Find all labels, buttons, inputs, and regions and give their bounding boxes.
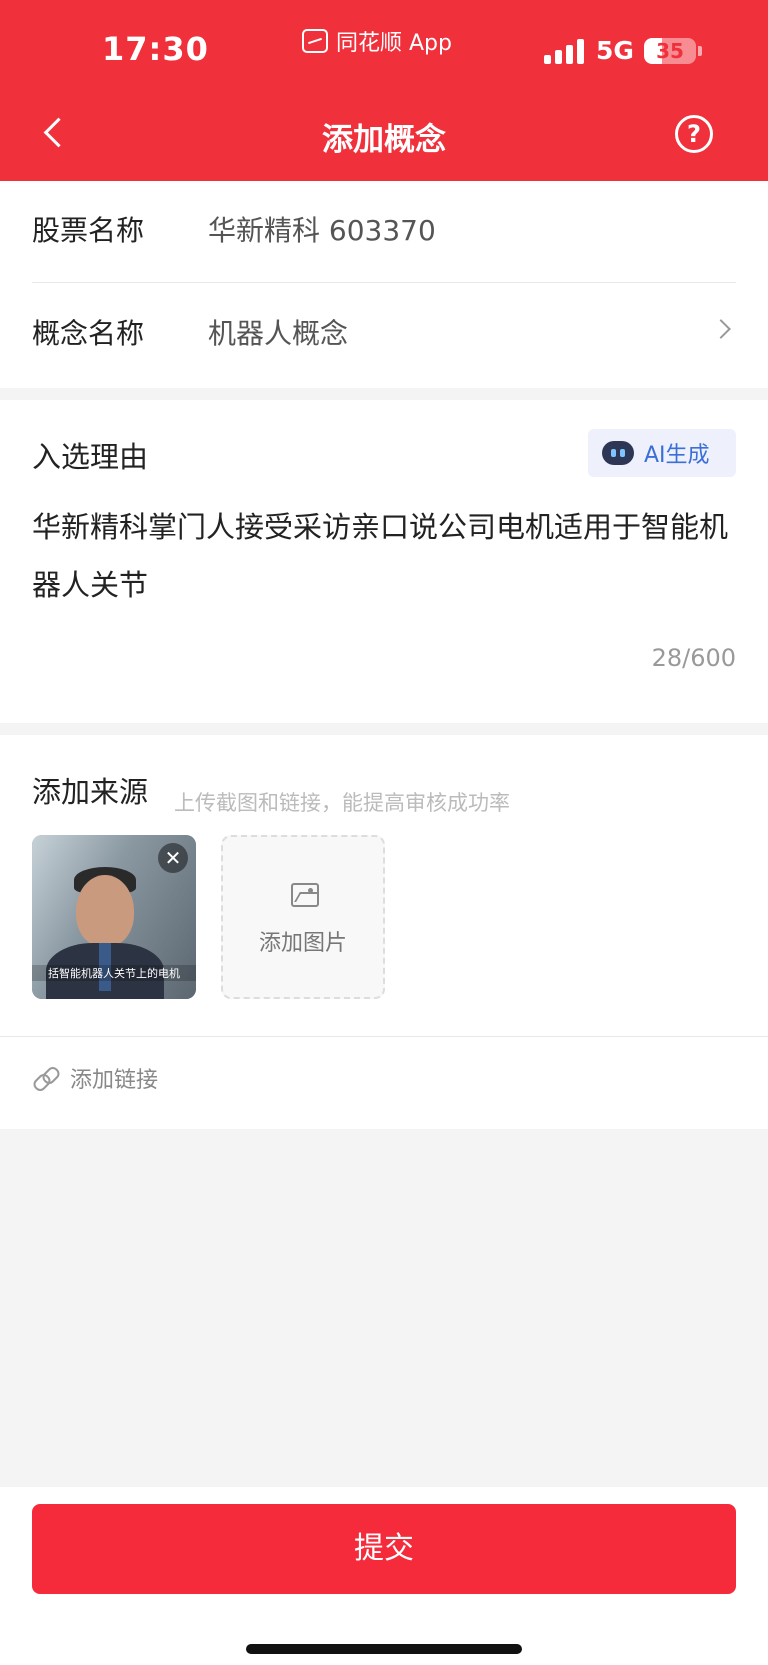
help-button[interactable]: ? <box>675 115 713 153</box>
source-hint: 上传截图和链接，能提高审核成功率 <box>174 791 510 815</box>
image-caption: 括智能机器人关节上的电机 <box>32 965 196 981</box>
image-face <box>76 875 134 947</box>
stock-name-value: 华新精科 603370 <box>208 214 436 247</box>
image-icon <box>291 883 319 907</box>
app-name: 同花顺 App <box>336 31 452 56</box>
source-title: 添加来源 <box>32 775 149 809</box>
close-icon: ✕ <box>164 846 182 870</box>
ai-generate-label: AI生成 <box>644 443 710 468</box>
battery-icon: 35 <box>644 38 696 64</box>
reason-textarea[interactable]: 华新精科掌门人接受采访亲口说公司电机适用于智能机器人关节 <box>32 498 736 614</box>
concept-name-value: 机器人概念 <box>208 317 349 350</box>
question-icon: ? <box>687 120 701 148</box>
remove-image-button[interactable]: ✕ <box>158 843 188 873</box>
battery-level: 35 <box>656 39 684 63</box>
footer-bar: 提交 <box>0 1487 768 1665</box>
concept-name-label: 概念名称 <box>32 317 145 350</box>
status-time: 17:30 <box>102 30 209 68</box>
stock-name-label: 股票名称 <box>32 214 145 247</box>
reason-card: 入选理由 AI生成 华新精科掌门人接受采访亲口说公司电机适用于智能机器人关节 2… <box>0 400 768 723</box>
submit-button[interactable]: 提交 <box>32 1504 736 1594</box>
battery-tip <box>698 46 702 56</box>
uploaded-image[interactable]: 括智能机器人关节上的电机 ✕ <box>32 835 196 999</box>
add-image-label: 添加图片 <box>258 931 347 956</box>
home-indicator[interactable] <box>246 1644 522 1654</box>
signal-icon <box>544 38 586 64</box>
robot-icon <box>602 441 634 465</box>
reason-title: 入选理由 <box>32 440 149 474</box>
divider <box>32 282 736 283</box>
link-icon <box>32 1065 58 1091</box>
source-app-indicator[interactable]: 同花顺 App <box>302 26 452 56</box>
status-bar: 17:30 同花顺 App 5G 35 <box>0 0 768 100</box>
divider <box>0 1036 768 1037</box>
page-title: 添加概念 <box>322 122 446 158</box>
concept-name-row[interactable]: 概念名称 机器人概念 <box>32 284 736 382</box>
app-icon <box>302 29 328 53</box>
top-bar: 17:30 同花顺 App 5G 35 添加概念 ? <box>0 0 768 181</box>
stock-name-row: 股票名称 华新精科 603370 <box>32 181 736 279</box>
char-counter: 28/600 <box>651 644 736 672</box>
ai-generate-button[interactable]: AI生成 <box>588 429 736 477</box>
network-type: 5G <box>596 36 634 65</box>
add-link-label: 添加链接 <box>70 1068 159 1093</box>
add-concept-page: 17:30 同花顺 App 5G 35 添加概念 ? 股票名称 华新精科 603… <box>0 0 768 1665</box>
source-card: 添加来源 上传截图和链接，能提高审核成功率 括智能机器人关节上的电机 ✕ 添加图… <box>0 735 768 1129</box>
nav-bar: 添加概念 ? <box>0 100 768 181</box>
chevron-right-icon <box>711 319 731 339</box>
stock-info-card: 股票名称 华新精科 603370 概念名称 机器人概念 <box>0 181 768 388</box>
add-image-button[interactable]: 添加图片 <box>221 835 385 999</box>
add-link-button[interactable]: 添加链接 <box>32 1053 158 1103</box>
